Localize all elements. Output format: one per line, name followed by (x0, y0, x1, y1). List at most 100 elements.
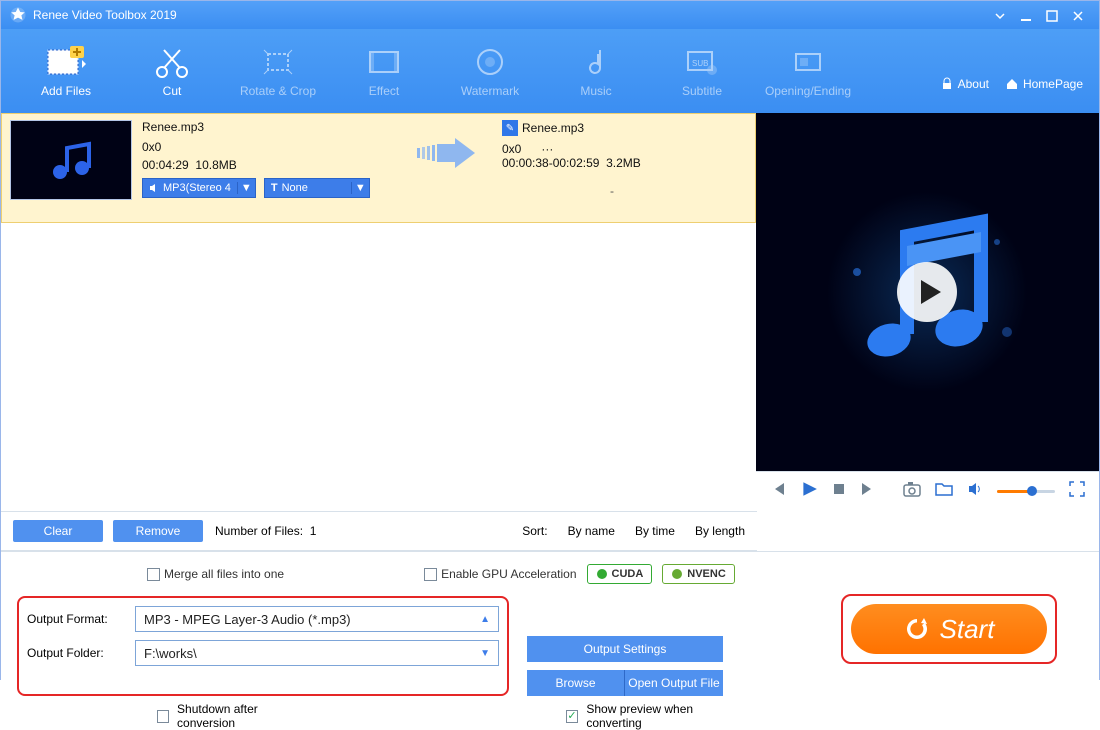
about-label: About (958, 77, 989, 91)
dropdown-icon[interactable] (987, 8, 1013, 23)
play-overlay-icon[interactable] (895, 260, 959, 324)
format-chip-label: MP3(Stereo 4 (163, 182, 231, 194)
cuda-badge: CUDA (587, 564, 653, 584)
tool-label: Add Files (41, 84, 91, 98)
browse-button[interactable]: Browse (527, 670, 625, 696)
merge-checkbox[interactable]: Merge all files into one (147, 567, 284, 581)
open-folder-button[interactable] (935, 481, 953, 502)
tool-effect[interactable]: Effect (331, 44, 437, 98)
opening-ending-icon (755, 44, 861, 80)
sort-by-length[interactable]: By length (695, 524, 745, 538)
tool-rotate-crop[interactable]: Rotate & Crop (225, 44, 331, 98)
output-format-combo[interactable]: MP3 - MPEG Layer-3 Audio (*.mp3) ▲ (135, 606, 499, 632)
gpu-label: Enable GPU Acceleration (441, 567, 576, 581)
watermark-icon (437, 44, 543, 80)
minimize-button[interactable] (1013, 8, 1039, 23)
source-info: Renee.mp3 0x0 00:04:29 10.8MB MP3(Stereo… (142, 120, 392, 198)
tool-label: Rotate & Crop (240, 84, 316, 98)
nvidia-icon (596, 568, 608, 580)
main-toolbar: Add Files Cut Rotate & Crop Effect Water… (1, 29, 1099, 113)
sort-by-name[interactable]: By name (568, 524, 615, 538)
sort-group: Sort: By name By time By length (522, 524, 745, 538)
bottom-pane: Merge all files into one Enable GPU Acce… (1, 551, 1099, 721)
tool-add-files[interactable]: Add Files (13, 44, 119, 98)
top-links: About HomePage (940, 77, 1083, 91)
task-row[interactable]: Renee.mp3 0x0 00:04:29 10.8MB MP3(Stereo… (1, 113, 756, 223)
format-chip[interactable]: MP3(Stereo 4 ▼ (142, 178, 256, 198)
file-count: Number of Files: 1 (215, 524, 316, 538)
rotate-crop-icon (225, 44, 331, 80)
music-icon (543, 44, 649, 80)
trim-chip[interactable]: TNone ▼ (264, 178, 370, 198)
volume-slider[interactable] (997, 490, 1055, 493)
close-button[interactable] (1065, 8, 1091, 23)
start-label: Start (940, 614, 995, 645)
sort-label: Sort: (522, 524, 547, 538)
gpu-checkbox[interactable]: Enable GPU Acceleration (424, 567, 576, 581)
target-info: ✎Renee.mp3 0x0 ··· 00:00:38-00:02:59 3.2… (502, 120, 722, 198)
open-output-file-button[interactable]: Open Output File (625, 670, 723, 696)
homepage-label: HomePage (1023, 77, 1083, 91)
tool-label: Effect (369, 84, 399, 98)
start-highlight: Start (841, 594, 1057, 664)
preview-label: Show preview when converting (586, 702, 737, 730)
bottom-left: Merge all files into one Enable GPU Acce… (17, 564, 737, 709)
remove-button[interactable]: Remove (113, 520, 203, 542)
trim-t-icon: T (271, 182, 278, 194)
chevron-down-icon: ▼ (480, 648, 490, 659)
home-icon (1005, 77, 1019, 91)
output-settings-highlight: Output Format: MP3 - MPEG Layer-3 Audio … (17, 596, 509, 696)
show-preview-checkbox[interactable]: Show preview when converting (566, 702, 737, 730)
format-label: Output Format: (27, 612, 135, 626)
maximize-button[interactable] (1039, 8, 1065, 23)
chevron-down-icon[interactable]: ▼ (351, 182, 369, 194)
target-filename: Renee.mp3 (522, 121, 584, 135)
speaker-icon (149, 183, 159, 193)
tool-subtitle[interactable]: SUB Subtitle (649, 44, 755, 98)
target-range-size: 00:00:38-00:02:59 3.2MB (502, 156, 722, 170)
play-button[interactable] (800, 480, 818, 503)
prev-button[interactable] (770, 481, 786, 502)
volume-button[interactable] (967, 481, 983, 502)
source-dimensions: 0x0 (142, 140, 392, 154)
tool-label: Music (580, 84, 611, 98)
tool-music[interactable]: Music (543, 44, 649, 98)
svg-text:SUB: SUB (692, 59, 708, 68)
tool-label: Watermark (461, 84, 519, 98)
main-area: Renee.mp3 0x0 00:04:29 10.8MB MP3(Stereo… (1, 113, 1099, 511)
chevron-up-icon: ▲ (480, 614, 490, 625)
side-buttons: Output Settings Browse Open Output File (527, 636, 723, 696)
nvidia-icon (671, 568, 683, 580)
fullscreen-button[interactable] (1069, 481, 1085, 502)
folder-value: F:\works\ (144, 646, 197, 661)
homepage-link[interactable]: HomePage (1005, 77, 1083, 91)
next-button[interactable] (860, 481, 876, 502)
output-folder-combo[interactable]: F:\works\ ▼ (135, 640, 499, 666)
rename-icon[interactable]: ✎ (502, 120, 518, 136)
shutdown-checkbox[interactable]: Shutdown after conversion (157, 702, 306, 730)
tool-label: Cut (163, 84, 182, 98)
source-filename: Renee.mp3 (142, 120, 392, 134)
chevron-down-icon[interactable]: ▼ (237, 182, 255, 194)
tool-cut[interactable]: Cut (119, 44, 225, 98)
nvenc-badge: NVENC (662, 564, 735, 584)
shutdown-label: Shutdown after conversion (177, 702, 306, 730)
tool-watermark[interactable]: Watermark (437, 44, 543, 98)
snapshot-button[interactable] (903, 481, 921, 502)
stop-button[interactable] (832, 482, 846, 501)
tool-opening-ending[interactable]: Opening/Ending (755, 44, 861, 98)
clear-button[interactable]: Clear (13, 520, 103, 542)
start-button[interactable]: Start (851, 604, 1047, 654)
subtitle-icon: SUB (649, 44, 755, 80)
list-footer: Clear Remove Number of Files: 1 Sort: By… (1, 511, 757, 551)
output-settings-button[interactable]: Output Settings (527, 636, 723, 662)
arrow-right-icon (417, 138, 477, 168)
about-link[interactable]: About (940, 77, 989, 91)
task-list: Renee.mp3 0x0 00:04:29 10.8MB MP3(Stereo… (1, 113, 756, 511)
tool-label: Opening/Ending (765, 84, 851, 98)
preview-video[interactable] (756, 113, 1099, 471)
lock-icon (940, 77, 954, 91)
source-duration-size: 00:04:29 10.8MB (142, 158, 392, 172)
app-title: Renee Video Toolbox 2019 (33, 8, 987, 22)
sort-by-time[interactable]: By time (635, 524, 675, 538)
